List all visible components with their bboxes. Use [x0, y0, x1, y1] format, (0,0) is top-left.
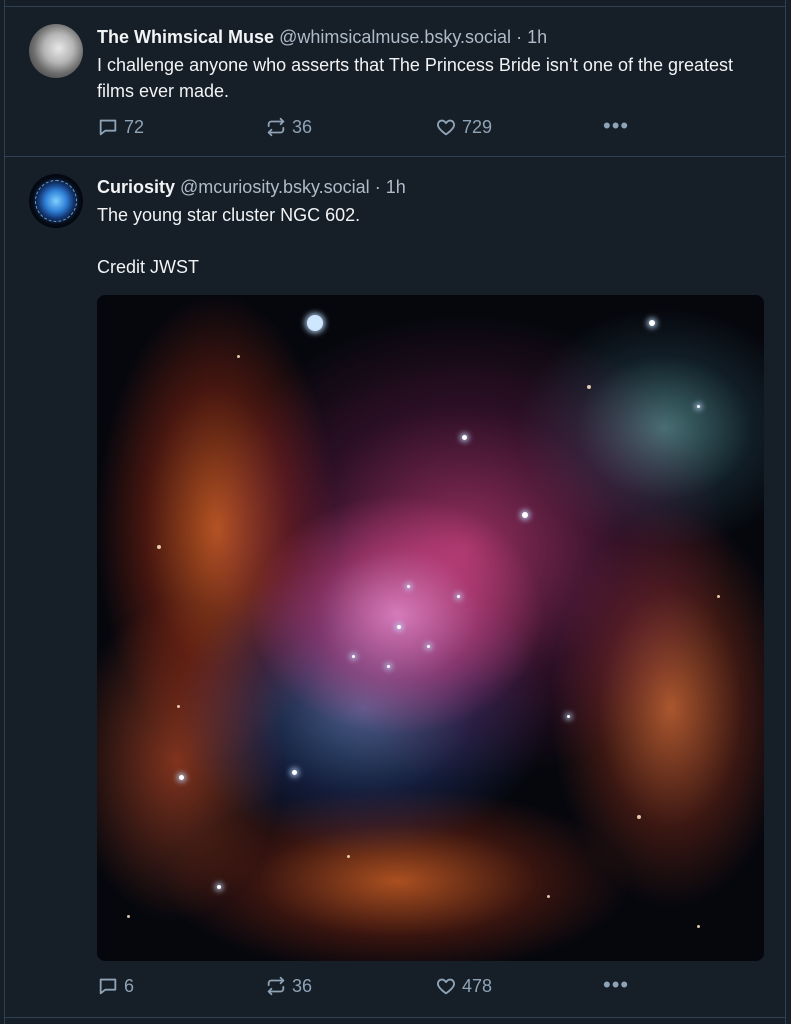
post-text-line: I challenge anyone who asserts that The … [97, 55, 734, 101]
ellipsis-icon: ••• [603, 113, 630, 138]
repost-count: 36 [292, 116, 313, 137]
reply-count: 6 [124, 975, 135, 996]
ellipsis-icon: ••• [603, 972, 630, 997]
repost-arrows-icon [267, 117, 285, 137]
like-count: 729 [462, 116, 493, 137]
post[interactable]: Curiosity @mcuriosity.bsky.social · 1h T… [5, 156, 785, 1018]
heart-icon [437, 119, 455, 136]
repost-count: 36 [292, 975, 313, 996]
heart-icon [437, 978, 455, 995]
reply-count: 72 [124, 116, 145, 137]
like-button[interactable]: 478 [435, 975, 492, 997]
repost-arrows-icon [267, 976, 285, 996]
post-actions: 6 36 478 ••• [97, 972, 657, 999]
post-header: Curiosity @mcuriosity.bsky.social · 1h [97, 175, 406, 199]
post-text-line: Credit JWST [97, 257, 200, 277]
speech-bubble-icon [99, 978, 117, 995]
post-time[interactable]: · 1h [375, 177, 406, 197]
like-count: 478 [462, 975, 493, 996]
author-name[interactable]: Curiosity [97, 177, 175, 197]
author-handle[interactable]: @mcuriosity.bsky.social [180, 177, 370, 197]
post-text: The young star cluster NGC 602. Credit J… [97, 202, 767, 280]
author-name[interactable]: The Whimsical Muse [97, 27, 274, 47]
more-options-button[interactable]: ••• [603, 972, 630, 997]
like-button[interactable]: 729 [435, 116, 492, 138]
post-image[interactable] [97, 295, 764, 961]
post-actions: 72 36 729 ••• [97, 113, 657, 140]
repost-button[interactable]: 36 [265, 116, 312, 138]
post-header: The Whimsical Muse @whimsicalmuse.bsky.s… [97, 25, 547, 49]
avatar[interactable] [29, 24, 83, 78]
more-options-button[interactable]: ••• [603, 113, 630, 138]
post-text-line: The young star cluster NGC 602. [97, 205, 361, 225]
repost-button[interactable]: 36 [265, 975, 312, 997]
post-text: I challenge anyone who asserts that The … [97, 52, 767, 104]
speech-bubble-icon [99, 119, 117, 136]
post-time[interactable]: · 1h [516, 27, 547, 47]
reply-button[interactable]: 6 [97, 975, 134, 997]
avatar[interactable] [29, 174, 83, 228]
author-handle[interactable]: @whimsicalmuse.bsky.social [279, 27, 511, 47]
feed: The Whimsical Muse @whimsicalmuse.bsky.s… [4, 0, 786, 1024]
post[interactable]: The Whimsical Muse @whimsicalmuse.bsky.s… [5, 6, 785, 158]
reply-button[interactable]: 72 [97, 116, 144, 138]
